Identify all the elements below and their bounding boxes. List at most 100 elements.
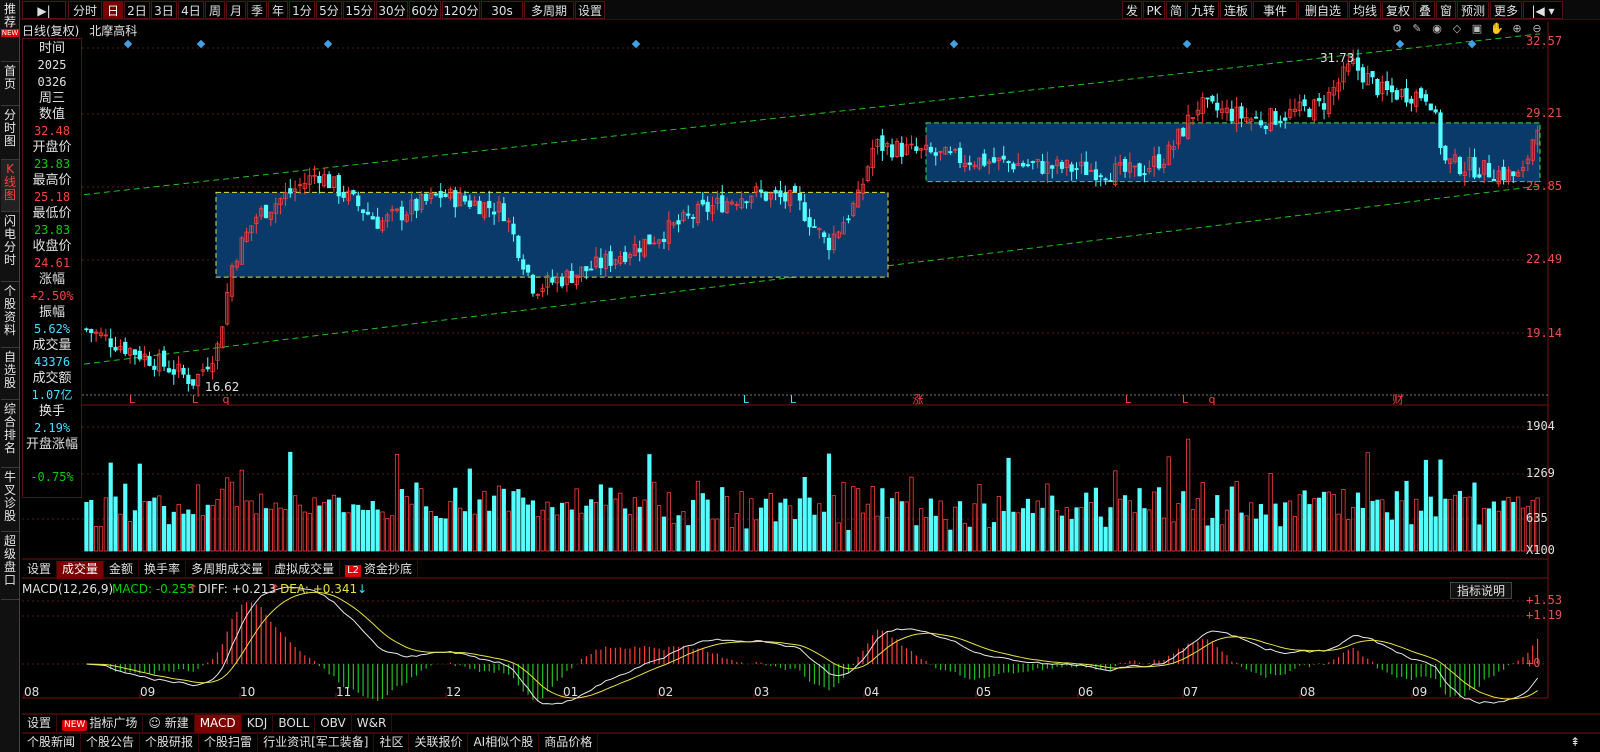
period-btn-11[interactable]: 15分 (343, 1, 375, 19)
tab-4[interactable]: 行业资讯[军工装备] (258, 734, 375, 752)
period-btn-5[interactable]: 周 (205, 1, 225, 19)
candle-body (1074, 168, 1079, 170)
period-btn-13[interactable]: 60分 (409, 1, 441, 19)
volume-bar (375, 509, 380, 552)
volume-bar (302, 511, 307, 552)
tab-0[interactable]: 个股新闻 (22, 734, 82, 752)
volume-bar (273, 502, 278, 552)
tab-3[interactable]: 个股扫雷 (199, 734, 259, 752)
tool-btn-10[interactable]: 窗 (1436, 1, 1456, 19)
nav-arrows-icon[interactable]: |◀ ▾ (1523, 1, 1563, 19)
gear-icon[interactable]: ⚙ (1390, 22, 1404, 36)
tab-2[interactable]: 个股研报 (140, 734, 200, 752)
volume-bar (1215, 495, 1220, 552)
period-btn-6[interactable]: 月 (226, 1, 246, 19)
tool-btn-11[interactable]: 预测 (1457, 1, 1489, 19)
sidebar-item-5[interactable]: 个股资料 (1, 282, 19, 348)
lock-icon[interactable]: ▣ (1470, 22, 1484, 36)
volume-bar (1491, 501, 1496, 552)
tab-5[interactable]: 社区 (374, 734, 410, 752)
tab-0[interactable]: 设置 (22, 561, 58, 579)
tool-btn-7[interactable]: 均线 (1349, 1, 1381, 19)
sidebar-item-6[interactable]: 自选股 (1, 348, 19, 400)
tool-btn-3[interactable]: 九转 (1187, 1, 1219, 19)
volume-bar (181, 513, 186, 552)
sidebar-item-1[interactable]: 首页 (1, 62, 19, 106)
tab-5[interactable]: BOLL (273, 715, 316, 733)
volume-bar (938, 500, 943, 552)
period-btn-15[interactable]: 30s (481, 1, 523, 19)
volume-bar (399, 489, 404, 552)
volume-bar (1472, 482, 1477, 552)
period-btn-1[interactable]: 日 (103, 1, 123, 19)
candle-body (1108, 180, 1113, 182)
tool-btn-4[interactable]: 连板 (1220, 1, 1252, 19)
tab-1[interactable]: NEW 指标广场 (57, 715, 144, 733)
tool-btn-5[interactable]: 事件 (1253, 1, 1297, 19)
period-btn-9[interactable]: 1分 (289, 1, 315, 19)
tab-4[interactable]: 多周期成交量 (186, 561, 270, 579)
period-btn-7[interactable]: 季 (247, 1, 267, 19)
volume-bar (1433, 516, 1438, 552)
tab-3[interactable]: 换手率 (139, 561, 187, 579)
sidebar-item-8[interactable]: 牛叉诊股 (1, 468, 19, 532)
period-btn-0[interactable]: 分时 (68, 1, 102, 19)
volume-bar (928, 498, 934, 552)
volume-bar (899, 501, 904, 552)
tab-1[interactable]: 个股公告 (81, 734, 141, 752)
tag-icon[interactable]: ◇ (1450, 22, 1464, 36)
tab-6[interactable]: 关联报价 (409, 734, 469, 752)
volume-bar (894, 492, 900, 552)
period-btn-17[interactable]: 设置 (575, 1, 605, 19)
period-btn-10[interactable]: 5分 (316, 1, 342, 19)
tool-btn-12[interactable]: 更多 (1490, 1, 1522, 19)
volume-bar (1482, 507, 1487, 552)
tab-7[interactable]: W&R (352, 715, 393, 733)
tool-btn-0[interactable]: 发 (1122, 1, 1142, 19)
tool-btn-1[interactable]: PK (1143, 1, 1165, 19)
tool-btn-8[interactable]: 复权 (1382, 1, 1414, 19)
sidebar-item-7[interactable]: 综合排名 (1, 400, 19, 468)
tab-4[interactable]: KDJ (242, 715, 274, 733)
period-btn-14[interactable]: 120分 (442, 1, 480, 19)
indicator-explain-button[interactable]: 指标说明 (1449, 582, 1512, 599)
volume-bar (394, 453, 400, 552)
tab-1[interactable]: 成交量 (57, 561, 105, 579)
tab-3[interactable]: MACD (194, 715, 242, 733)
volume-bar (1220, 524, 1225, 552)
collapse-up-icon[interactable]: ⇞ (1570, 735, 1580, 749)
info-tabs: 个股新闻 个股公告 个股研报 个股扫雷 行业资讯[军工装备] 社区 关联报价 AI相似个股 商品… (22, 734, 599, 752)
period-btn-8[interactable]: 年 (268, 1, 288, 19)
collapse-arrow-icon[interactable]: ▶| (22, 1, 66, 19)
pen-icon[interactable]: ✎ (1410, 22, 1424, 36)
tool-btn-2[interactable]: 简 (1166, 1, 1186, 19)
sidebar-item-9[interactable]: 超级盘口 (1, 532, 19, 600)
period-btn-16[interactable]: 多周期 (524, 1, 574, 19)
hand-icon[interactable]: ✋ (1490, 22, 1504, 36)
tab-2[interactable]: ☺ 新建 (143, 715, 195, 733)
tab-7[interactable]: AI相似个股 (468, 734, 540, 752)
period-btn-2[interactable]: 2日 (124, 1, 150, 19)
period-btn-12[interactable]: 30分 (376, 1, 408, 19)
period-btn-3[interactable]: 3日 (151, 1, 177, 19)
sidebar-item-3[interactable]: K线图 (1, 160, 19, 212)
volume-bar (792, 519, 798, 552)
tab-2[interactable]: 金额 (104, 561, 140, 579)
tool-btn-9[interactable]: 叠 (1415, 1, 1435, 19)
sidebar-item-0[interactable]: 推荐 NEW (1, 0, 19, 62)
candle-body (1307, 108, 1312, 118)
tab-6[interactable]: OBV (315, 715, 352, 733)
tab-5[interactable]: 虚拟成交量 (269, 561, 341, 579)
chart-canvas[interactable]: L Lq L L 涨 L Lq 财 (0, 0, 1600, 752)
tab-0[interactable]: 设置 (22, 715, 58, 733)
panel-label-0: 时间 (38, 41, 65, 56)
candle-body (686, 213, 691, 216)
volume-bar (1152, 491, 1157, 552)
period-btn-4[interactable]: 4日 (178, 1, 204, 19)
eye-icon[interactable]: ◉ (1430, 22, 1444, 36)
sidebar-item-2[interactable]: 分时图 (1, 106, 19, 160)
tool-btn-6[interactable]: 删自选 (1298, 1, 1348, 19)
sidebar-item-4[interactable]: 闪电分时 (1, 212, 19, 282)
tab-8[interactable]: 商品价格 (539, 734, 599, 752)
tab-6[interactable]: L2 资金抄底 (340, 561, 419, 579)
